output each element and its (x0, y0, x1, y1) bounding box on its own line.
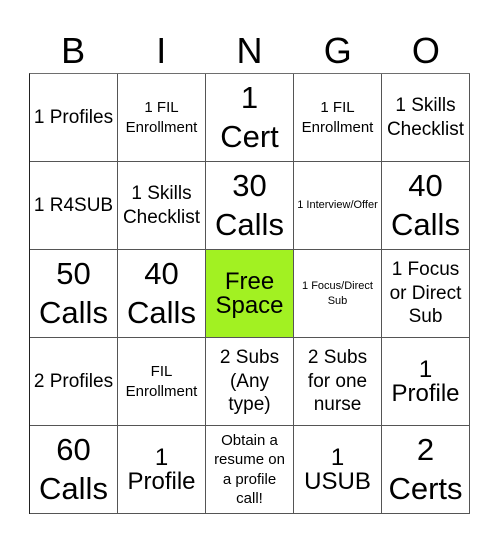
bingo-cell-text: 1 Profile (127, 443, 196, 495)
bingo-cell-text: 2 Subs (Any type) (219, 346, 280, 416)
bingo-cell-text: 40 Calls (127, 255, 196, 330)
bingo-cell-text: 1 USUB (304, 443, 371, 495)
bingo-cell-text: 1 Interview/Offer (297, 199, 378, 212)
bingo-cell-text: 1 FIL Enrollment (301, 99, 374, 136)
bingo-cell-text: 1 Profiles (33, 106, 114, 128)
header-letter-i: I (156, 30, 167, 71)
bingo-cell[interactable]: 1 FIL Enrollment (118, 74, 206, 162)
bingo-header: B I N G O (29, 28, 470, 73)
free-space-cell[interactable]: Free Space (206, 250, 294, 338)
bingo-cell[interactable]: 1 Skills Checklist (118, 162, 206, 250)
bingo-cell[interactable]: 1 Focus or Direct Sub (382, 250, 470, 338)
bingo-cell[interactable]: 40 Calls (382, 162, 470, 250)
bingo-cell[interactable]: 1 Focus/Direct Sub (294, 250, 382, 338)
bingo-cell-text: FIL Enrollment (125, 363, 198, 400)
header-letter-b: B (61, 30, 86, 71)
bingo-cell[interactable]: 2 Profiles (30, 338, 118, 426)
bingo-cell-text: 1 Focus or Direct Sub (389, 258, 462, 328)
bingo-cell[interactable]: 1 Profile (118, 426, 206, 514)
bingo-cell[interactable]: 1 Profile (382, 338, 470, 426)
bingo-board: 1 Profiles 1 FIL Enrollment 1 Cert 1 FIL En… (29, 73, 470, 514)
bingo-cell-text: 2 Profiles (33, 370, 114, 392)
bingo-cell[interactable]: 1 R4SUB (30, 162, 118, 250)
header-letter-g: G (323, 30, 352, 71)
bingo-cell[interactable]: 1 Cert (206, 74, 294, 162)
bingo-cell-text: 2 Subs for one nurse (307, 346, 368, 416)
bingo-cell-text: 1 FIL Enrollment (125, 99, 198, 136)
bingo-cell[interactable]: 1 USUB (294, 426, 382, 514)
bingo-cell-text: 1 Profile (391, 355, 460, 407)
bingo-cell-text: 30 Calls (215, 167, 284, 242)
bingo-cell[interactable]: 1 Skills Checklist (382, 74, 470, 162)
bingo-cell[interactable]: 40 Calls (118, 250, 206, 338)
bingo-cell[interactable]: 1 Profiles (30, 74, 118, 162)
bingo-cell-text: 50 Calls (39, 255, 108, 330)
bingo-cell-text: 1 R4SUB (33, 194, 114, 216)
bingo-cell-text: 2 Certs (388, 431, 463, 506)
header-letter-o: O (411, 30, 440, 71)
bingo-cell[interactable]: 2 Subs for one nurse (294, 338, 382, 426)
bingo-cell[interactable]: 30 Calls (206, 162, 294, 250)
bingo-cell[interactable]: 50 Calls (30, 250, 118, 338)
bingo-cell-text: 1 Skills Checklist (386, 94, 465, 140)
bingo-cell-text: Free Space (215, 267, 284, 319)
bingo-cell[interactable]: 2 Subs (Any type) (206, 338, 294, 426)
bingo-cell-text: 1 Cert (220, 79, 279, 154)
bingo-cell-text: 1 Skills Checklist (122, 182, 201, 228)
bingo-cell[interactable]: FIL Enrollment (118, 338, 206, 426)
bingo-cell-text: 40 Calls (391, 167, 460, 242)
bingo-cell-text: 60 Calls (39, 431, 108, 506)
bingo-cell-text: 1 Focus/Direct Sub (302, 280, 373, 307)
header-letter-n: N (236, 30, 263, 71)
bingo-cell[interactable]: 60 Calls (30, 426, 118, 514)
bingo-cell[interactable]: 1 FIL Enrollment (294, 74, 382, 162)
bingo-cell[interactable]: 2 Certs (382, 426, 470, 514)
bingo-cell-text: Obtain a resume on a profile call! (214, 431, 285, 508)
bingo-cell[interactable]: Obtain a resume on a profile call! (206, 426, 294, 514)
bingo-cell[interactable]: 1 Interview/Offer (294, 162, 382, 250)
